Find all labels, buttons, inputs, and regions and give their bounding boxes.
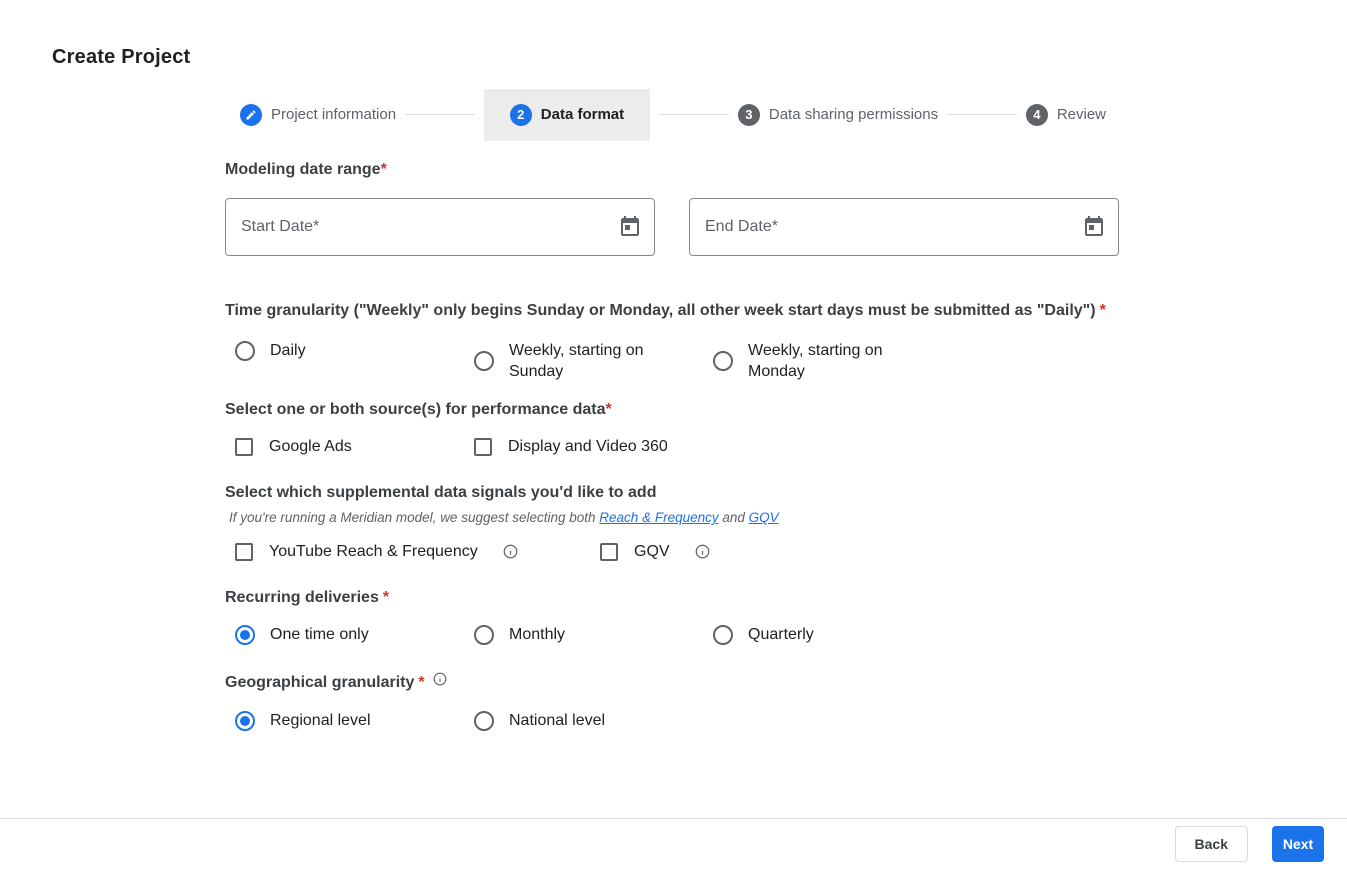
radio-option-regional-level[interactable]: Regional level: [235, 710, 474, 731]
form-content: Modeling date range* Time granularity ("…: [225, 146, 1121, 731]
stepper-step-review[interactable]: 4 Review: [1026, 104, 1106, 126]
option-label: Weekly, starting on Sunday: [509, 340, 679, 382]
radio-option-national-level[interactable]: National level: [474, 710, 713, 731]
page-title: Create Project: [52, 46, 190, 69]
stepper: Project information 2 Data format 3 Data…: [240, 88, 1106, 141]
checkbox-icon: [474, 438, 492, 456]
helper-prefix: If you're running a Meridian model, we s…: [229, 510, 599, 525]
radio-option-quarterly[interactable]: Quarterly: [713, 624, 952, 645]
checkbox-option-youtube-reach-frequency[interactable]: YouTube Reach & Frequency: [235, 541, 600, 562]
required-asterisk: *: [606, 401, 612, 418]
checkbox-icon: [235, 543, 253, 561]
radio-option-daily[interactable]: Daily: [235, 340, 474, 361]
checkbox-option-google-ads[interactable]: Google Ads: [235, 436, 474, 457]
end-date-input[interactable]: [689, 198, 1119, 256]
radio-icon: [235, 341, 255, 361]
step-number-badge: 3: [738, 104, 760, 126]
time-granularity-label: Time granularity ("Weekly" only begins S…: [225, 297, 1115, 324]
edit-pencil-icon: [240, 104, 262, 126]
start-date-calendar-icon[interactable]: [618, 215, 642, 239]
required-asterisk: *: [383, 589, 389, 606]
option-label: Google Ads: [269, 436, 352, 457]
radio-selected-icon: [235, 711, 255, 731]
required-asterisk: *: [418, 669, 424, 696]
label-text: Select one or both source(s) for perform…: [225, 401, 606, 418]
stepper-step-project-information[interactable]: Project information: [240, 104, 396, 126]
step-connector: [659, 114, 729, 115]
option-label: Regional level: [270, 710, 371, 731]
required-asterisk: *: [1100, 302, 1106, 319]
geographical-granularity-label: Geographical granularity*: [225, 669, 1121, 696]
geographical-granularity-options: Regional level National level: [225, 710, 1121, 731]
option-label: YouTube Reach & Frequency: [269, 541, 478, 562]
checkbox-option-gqv[interactable]: GQV: [600, 541, 710, 562]
step-label: Data format: [541, 106, 624, 123]
step-label: Project information: [271, 106, 396, 123]
radio-icon: [474, 711, 494, 731]
helper-joiner: and: [719, 510, 749, 525]
start-date-input[interactable]: [225, 198, 655, 256]
supplemental-signals-label: Select which supplemental data signals y…: [225, 479, 1121, 506]
radio-option-weekly-sunday[interactable]: Weekly, starting on Sunday: [474, 340, 713, 382]
step-connector: [947, 114, 1017, 115]
checkbox-option-display-and-video-360[interactable]: Display and Video 360: [474, 436, 713, 457]
step-number-badge: 2: [510, 104, 532, 126]
info-icon[interactable]: [433, 672, 447, 686]
radio-option-monthly[interactable]: Monthly: [474, 624, 713, 645]
modeling-date-range-label: Modeling date range*: [225, 156, 1121, 183]
radio-icon: [474, 625, 494, 645]
back-button[interactable]: Back: [1175, 826, 1248, 862]
wizard-footer: Back Next: [0, 818, 1347, 869]
radio-option-weekly-monday[interactable]: Weekly, starting on Monday: [713, 340, 952, 382]
start-date-field: [225, 198, 655, 256]
radio-icon: [713, 351, 733, 371]
option-label: National level: [509, 710, 605, 731]
label-text: Time granularity ("Weekly" only begins S…: [225, 302, 1096, 319]
gqv-link[interactable]: GQV: [749, 510, 779, 525]
performance-sources-label: Select one or both source(s) for perform…: [225, 396, 1121, 423]
radio-icon: [474, 351, 494, 371]
supplemental-helper-text: If you're running a Meridian model, we s…: [225, 510, 1121, 525]
step-label: Review: [1057, 106, 1106, 123]
end-date-field: [689, 198, 1119, 256]
checkbox-icon: [600, 543, 618, 561]
option-label: One time only: [270, 624, 369, 645]
recurring-deliveries-label: Recurring deliveries*: [225, 584, 1121, 611]
stepper-step-data-sharing-permissions[interactable]: 3 Data sharing permissions: [738, 104, 938, 126]
reach-frequency-link[interactable]: Reach & Frequency: [599, 510, 718, 525]
option-label: Daily: [270, 340, 306, 361]
date-range-row: [225, 198, 1121, 256]
time-granularity-options: Daily Weekly, starting on Sunday Weekly,…: [225, 340, 1121, 382]
step-number-badge: 4: [1026, 104, 1048, 126]
label-text: Modeling date range: [225, 161, 381, 178]
step-label: Data sharing permissions: [769, 106, 938, 123]
option-label: Monthly: [509, 624, 565, 645]
radio-icon: [713, 625, 733, 645]
radio-option-one-time-only[interactable]: One time only: [235, 624, 474, 645]
required-asterisk: *: [381, 161, 387, 178]
radio-selected-icon: [235, 625, 255, 645]
next-button[interactable]: Next: [1272, 826, 1324, 862]
checkbox-icon: [235, 438, 253, 456]
end-date-calendar-icon[interactable]: [1082, 215, 1106, 239]
performance-sources-options: Google Ads Display and Video 360: [225, 436, 1121, 457]
label-text: Geographical granularity: [225, 669, 414, 696]
step-connector: [405, 114, 475, 115]
label-text: Recurring deliveries: [225, 589, 379, 606]
option-label: GQV: [634, 541, 670, 562]
supplemental-options: YouTube Reach & Frequency GQV: [225, 541, 1121, 562]
recurring-deliveries-options: One time only Monthly Quarterly: [225, 624, 1121, 645]
info-icon[interactable]: [503, 544, 518, 559]
stepper-step-data-format[interactable]: 2 Data format: [484, 89, 650, 141]
option-label: Weekly, starting on Monday: [748, 340, 918, 382]
info-icon[interactable]: [695, 544, 710, 559]
option-label: Quarterly: [748, 624, 814, 645]
option-label: Display and Video 360: [508, 436, 668, 457]
